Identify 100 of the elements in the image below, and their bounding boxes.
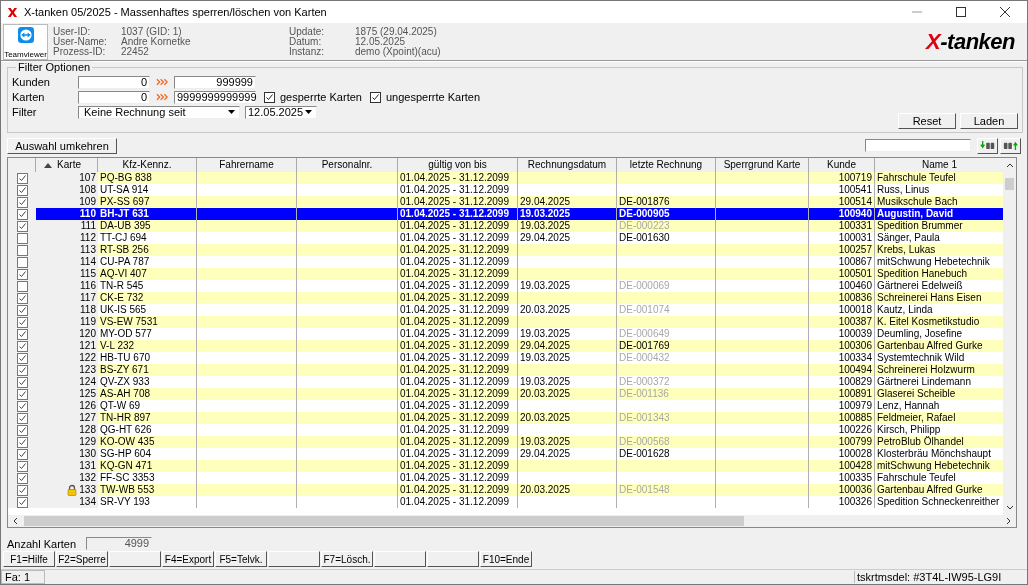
scroll-up-icon[interactable] [1005,163,1014,168]
action-button[interactable]: Reset [898,113,956,129]
table-cell[interactable]: 110 [36,208,98,220]
table-cell: 100891 [809,388,875,400]
checkbox[interactable] [16,256,28,268]
table-cell: DE-000905 [617,208,716,220]
table-cell[interactable]: 120 [36,328,98,340]
invert-selection-button[interactable]: Auswahl umkehren [7,137,117,154]
table-cell: 100719 [809,172,875,184]
table-cell[interactable]: 117 [36,292,98,304]
checkbox[interactable] [16,484,28,496]
input-field[interactable]: 0 [78,90,150,104]
checkbox[interactable] [16,496,28,508]
close-icon[interactable] [1000,7,1010,17]
table-cell[interactable]: 122 [36,352,98,364]
checkbox[interactable] [16,328,28,340]
table-cell[interactable]: 134 [36,496,98,508]
checkbox[interactable] [16,412,28,424]
table-cell: 01.04.2025 - 31.12.2099 [398,376,518,388]
table-cell[interactable]: 114 [36,256,98,268]
filter-dropdown[interactable]: Keine Rechnung seit [78,105,240,119]
table-cell[interactable]: 116 [36,280,98,292]
table-cell[interactable]: 111 [36,220,98,232]
search-down-button[interactable] [977,137,998,154]
scrollbar-thumb[interactable] [1005,178,1014,190]
teamviewer-button[interactable]: Teamviewer [3,23,48,60]
checkbox[interactable] [16,448,28,460]
search-up-button[interactable] [1000,137,1021,154]
table-cell[interactable]: 107 [36,172,98,184]
table-cell[interactable]: 123 [36,364,98,376]
checkbox[interactable] [16,172,28,184]
table-cell[interactable]: 124 [36,376,98,388]
scrollbar-thumb[interactable] [24,516,744,526]
blank-key-button[interactable] [374,551,426,567]
scroll-left-icon[interactable] [13,517,18,525]
checkbox[interactable] [16,268,28,280]
checkbox[interactable] [16,196,28,208]
table-cell[interactable]: 121 [36,340,98,352]
table-cell: 01.04.2025 - 31.12.2099 [398,436,518,448]
checkbox[interactable] [16,388,28,400]
checkbox[interactable] [16,316,28,328]
checkbox[interactable] [264,91,275,103]
table-cell[interactable]: 128 [36,424,98,436]
date-dropdown[interactable]: 12.05.2025 [245,105,317,119]
checkbox[interactable] [16,352,28,364]
input-field[interactable]: 9999999999999 [174,90,256,104]
table-cell[interactable]: 113 [36,244,98,256]
function-key-button[interactable]: F7=Lösch. [321,551,373,567]
blank-key-button[interactable] [427,551,479,567]
checkbox[interactable] [16,400,28,412]
checkbox[interactable] [16,340,28,352]
table-cell: 01.04.2025 - 31.12.2099 [398,472,518,484]
action-button[interactable]: Laden [960,113,1018,129]
table-cell[interactable]: 131 [36,460,98,472]
input-field[interactable]: 999999 [174,75,256,89]
checkbox[interactable] [16,280,28,292]
checkbox[interactable] [16,184,28,196]
table-cell[interactable]: 133 [36,484,98,496]
function-key-button[interactable]: F1=Hilfe [3,551,55,567]
checkbox[interactable] [16,436,28,448]
checkbox[interactable] [16,208,28,220]
table-cell: 29.04.2025 [518,448,617,460]
table-cell[interactable]: 108 [36,184,98,196]
table-cell[interactable]: 126 [36,400,98,412]
checkbox[interactable] [16,220,28,232]
table-cell[interactable]: 119 [36,316,98,328]
function-key-button[interactable]: F5=Telvk. [215,551,267,567]
teamviewer-icon [17,26,34,43]
function-key-button[interactable]: F2=Sperre [56,551,108,567]
function-key-button[interactable]: F4=Export [162,551,214,567]
maximize-icon[interactable] [956,7,966,17]
blank-key-button[interactable] [109,551,161,567]
checkbox[interactable] [16,376,28,388]
checkbox[interactable] [16,364,28,376]
table-cell: TT-CJ 694 [98,232,197,244]
table-cell[interactable]: 129 [36,436,98,448]
scroll-right-icon[interactable] [1006,517,1011,525]
blank-key-button[interactable] [268,551,320,567]
table-cell[interactable]: 109 [36,196,98,208]
search-field[interactable] [865,139,971,152]
checkbox[interactable] [16,244,28,256]
checkbox[interactable] [16,472,28,484]
window-title: X-tanken 05/2025 - Massenhaftes sperren/löschen von Karten [24,6,327,18]
table-cell[interactable]: 115 [36,268,98,280]
table-cell[interactable]: 127 [36,412,98,424]
table-cell: QV-ZX 933 [98,376,197,388]
table-cell[interactable]: 125 [36,388,98,400]
input-field[interactable]: 0 [78,75,150,89]
table-cell[interactable]: 130 [36,448,98,460]
checkbox[interactable] [16,460,28,472]
checkbox[interactable] [16,424,28,436]
function-key-button[interactable]: F10=Ende [480,551,532,567]
table-cell[interactable]: 112 [36,232,98,244]
checkbox[interactable] [16,292,28,304]
checkbox[interactable] [16,232,28,244]
table-cell[interactable]: 132 [36,472,98,484]
scroll-down-icon[interactable] [1005,505,1014,510]
table-cell[interactable]: 118 [36,304,98,316]
checkbox[interactable] [16,304,28,316]
checkbox[interactable] [369,91,381,103]
